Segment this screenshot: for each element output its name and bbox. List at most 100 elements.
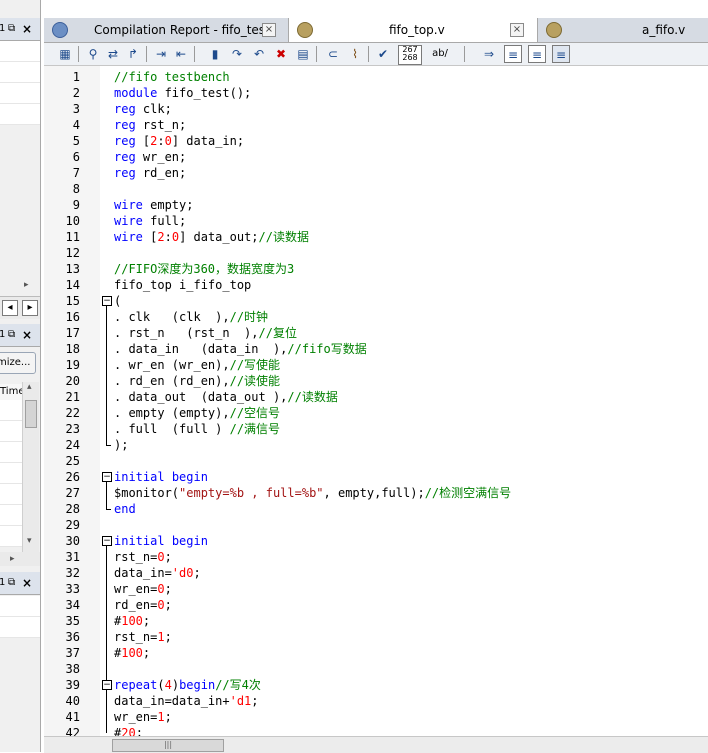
line-number-icon[interactable]: 267 268 [398, 45, 422, 65]
line-number: 38 [65, 662, 80, 676]
fold-toggle-icon[interactable]: − [102, 536, 112, 546]
tab-compilation-report[interactable]: Compilation Report - fifo_test × [44, 18, 289, 42]
verilog-file-icon [546, 22, 562, 38]
code-line: reg rst_n; [114, 118, 187, 132]
text-case-icon[interactable]: ab/ [428, 45, 452, 63]
line-number: 11 [65, 230, 80, 244]
restore-icon[interactable]: ⧉ [8, 572, 15, 594]
find-replace-icon[interactable]: ⇄ [104, 45, 122, 63]
bookmark-list-icon[interactable]: ▤ [294, 45, 312, 63]
line-number: 30 [65, 534, 80, 548]
report-icon [52, 22, 68, 38]
tab-label: Compilation Report - fifo_test [94, 23, 270, 37]
line-number: 20 [65, 374, 80, 388]
indent-icon[interactable]: ⇥ [152, 45, 170, 63]
panel-2-icon[interactable]: ≡ [528, 45, 546, 63]
code-line: . empty (empty),//空信号 [114, 406, 281, 420]
line-number: 9 [72, 198, 80, 212]
code-editor[interactable]: //fifo testbench module fifo_test(); reg c… [112, 66, 708, 736]
left-panels: 1 ⧉ × ▸ ◂ ▸ 1 ⧉ × mize... Time ▴ ▾ ▸ 1 ⧉… [0, 0, 41, 752]
toolbar-separator [368, 46, 369, 62]
code-line: reg wr_en; [114, 150, 187, 164]
line-number: 36 [65, 630, 80, 644]
code-line: data_in=data_in+'d1; [114, 694, 259, 708]
code-line: wire full; [114, 214, 187, 228]
line-number: 19 [65, 358, 80, 372]
line-number: 8 [72, 182, 80, 196]
editor-horizontal-scrollbar[interactable]: ||| [44, 736, 708, 753]
fold-toggle-icon[interactable]: − [102, 472, 112, 482]
scroll-right-arrow-icon[interactable]: ▸ [24, 280, 29, 290]
line-number: 22 [65, 406, 80, 420]
nav-arrows: ◂ ▸ [0, 296, 40, 319]
unindent-icon[interactable]: ⇤ [172, 45, 190, 63]
check-icon[interactable]: ✔ [374, 45, 392, 63]
fold-end [106, 445, 111, 446]
attach-icon[interactable]: ⊂ [324, 45, 342, 63]
panel-number: 1 [0, 572, 5, 594]
line-number: 17 [65, 326, 80, 340]
bookmark-next-icon[interactable]: ↷ [228, 45, 246, 63]
panel-number: 1 [0, 324, 5, 346]
code-line: rd_en=0; [114, 598, 172, 612]
line-number: 21 [65, 390, 80, 404]
find-icon[interactable]: ⚲ [84, 45, 102, 63]
document-icon[interactable]: ▦ [56, 45, 74, 63]
panel-icon[interactable]: ≡ [504, 45, 522, 63]
bookmark-icon[interactable]: ▮ [206, 45, 224, 63]
code-line: rst_n=1; [114, 630, 172, 644]
line-number: 3 [72, 102, 80, 116]
tab-close-icon[interactable]: × [262, 23, 276, 37]
bookmark-clear-icon[interactable]: ✖ [272, 45, 290, 63]
line-number: 27 [65, 486, 80, 500]
time-column-header[interactable]: Time [0, 384, 24, 401]
line-number: 24 [65, 438, 80, 452]
nav-left-icon[interactable]: ◂ [2, 300, 18, 316]
toolbar-separator [464, 46, 465, 62]
close-icon[interactable]: × [22, 572, 32, 594]
toolbar-separator [78, 46, 79, 62]
optimize-button[interactable]: mize... [0, 352, 36, 374]
close-icon[interactable]: × [22, 324, 32, 346]
restore-icon[interactable]: ⧉ [8, 324, 15, 346]
scroll-right-icon[interactable]: ▸ [10, 554, 15, 564]
code-line: fifo_top i_fifo_top [114, 278, 252, 292]
code-line: ); [114, 438, 129, 452]
line-number: 1 [72, 70, 80, 84]
close-icon[interactable]: × [22, 18, 32, 40]
line-number: 29 [65, 518, 80, 532]
editor-toolbar: ▦ ⚲ ⇄ ↱ ⇥ ⇤ ▮ ↷ ↶ ✖ ▤ ⊂ ⌇ ✔ 267 268 ab/ … [44, 43, 708, 66]
line-number: 13 [65, 262, 80, 276]
code-line: reg clk; [114, 102, 172, 116]
code-line: end [114, 502, 136, 516]
tab-close-icon[interactable]: × [510, 23, 524, 37]
panel-3-icon[interactable]: ≡ [552, 45, 570, 63]
code-line: . rd_en (rd_en),//读使能 [114, 374, 281, 388]
tab-a-fifo[interactable]: a_fifo.v [538, 18, 708, 42]
tab-fifo-top[interactable]: fifo_top.v × [289, 18, 538, 42]
left-horizontal-scrollbar[interactable]: ▸ [0, 552, 40, 566]
code-line: . rst_n (rst_n ),//复位 [114, 326, 297, 340]
fold-margin: − − − − [100, 66, 112, 736]
run-icon[interactable]: ⇒ [480, 45, 498, 63]
line-number: 5 [72, 134, 80, 148]
code-line: #20; [114, 726, 143, 736]
restore-icon[interactable]: ⧉ [8, 18, 15, 40]
fold-line [106, 482, 107, 509]
left-panel-list-mid [0, 400, 22, 547]
fold-toggle-icon[interactable]: − [102, 680, 112, 690]
scroll-thumb[interactable] [25, 400, 37, 428]
scroll-up-icon[interactable]: ▴ [27, 382, 32, 392]
left-panel-header-top: 1 ⧉ × [0, 18, 40, 41]
template-icon[interactable]: ⌇ [346, 45, 364, 63]
scroll-thumb[interactable]: ||| [112, 739, 224, 752]
line-number: 25 [65, 454, 80, 468]
fold-toggle-icon[interactable]: − [102, 296, 112, 306]
nav-right-icon[interactable]: ▸ [22, 300, 38, 316]
code-line: initial begin [114, 534, 208, 548]
code-line: ( [114, 294, 122, 308]
bookmark-prev-icon[interactable]: ↶ [250, 45, 268, 63]
scroll-down-icon[interactable]: ▾ [27, 536, 32, 546]
left-vertical-scrollbar[interactable]: ▴ ▾ [22, 382, 39, 552]
goto-icon[interactable]: ↱ [124, 45, 142, 63]
